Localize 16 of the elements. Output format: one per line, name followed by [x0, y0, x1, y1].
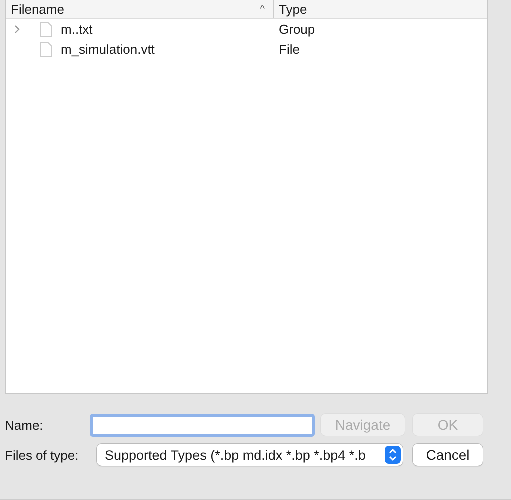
file-type-label: Files of type:	[4, 448, 80, 462]
column-header[interactable]: Filename ^	[6, 0, 274, 18]
chevron-icon[interactable]	[14, 24, 21, 34]
name-field[interactable]	[90, 414, 315, 436]
file-type-dropdown[interactable]: Supported Types (*.bp md.idx *.bp *.bp4 *.b	[97, 444, 403, 466]
column-header[interactable]: Type	[274, 0, 308, 18]
cancel-button[interactable]: Cancel	[413, 444, 483, 466]
file-name[interactable]: m..txt	[61, 22, 93, 36]
file-type: Group	[279, 22, 316, 36]
file-name[interactable]: m_simulation.vtt	[61, 42, 155, 56]
name-label: Name:	[4, 418, 44, 432]
file-icon	[40, 22, 52, 36]
sort-indicator: ^	[260, 4, 265, 14]
file-type: File	[279, 42, 300, 56]
stepper-icon	[385, 446, 401, 464]
file-icon	[40, 42, 52, 56]
